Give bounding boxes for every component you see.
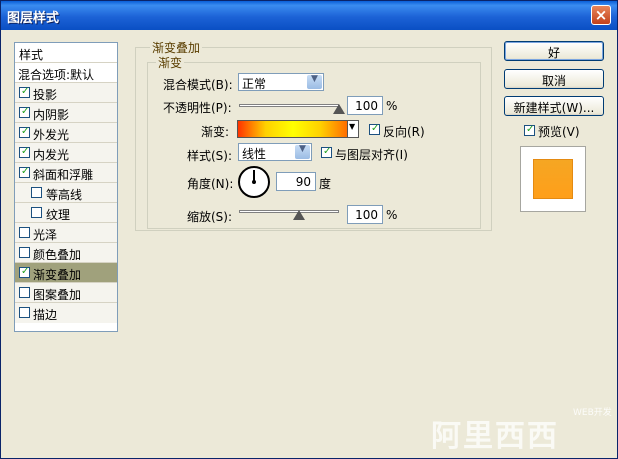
- watermark: 阿里西西: [431, 419, 559, 454]
- ok-button[interactable]: 好: [504, 41, 604, 61]
- style-item-label: 颜色叠加: [33, 248, 82, 262]
- style-item-label: 内发光: [33, 148, 70, 162]
- style-item-drop-shadow[interactable]: ✓ 投影: [15, 83, 117, 103]
- angle-unit: 度: [319, 177, 332, 191]
- new-style-button-label: 新建样式(W)...: [513, 101, 595, 115]
- scale-label: 缩放(S):: [187, 210, 233, 224]
- gradient-swatch[interactable]: [237, 120, 349, 138]
- gradient-overlay-checkbox[interactable]: ✓: [19, 266, 30, 278]
- gradient-label: 渐变:: [201, 125, 230, 139]
- layer-style-dialog: 图层样式 × 样式 混合选项:默认 ✓ 投影 ✓ 内阴影 ✓ 外发光 ✓ 内发光…: [0, 0, 618, 459]
- style-preview: [520, 146, 586, 212]
- title-bar: 图层样式 ×: [1, 1, 617, 30]
- align-with-layer-checkbox[interactable]: ✓: [321, 146, 332, 158]
- style-item-bevel-emboss[interactable]: ✓ 斜面和浮雕: [15, 163, 117, 183]
- style-item-label: 光泽: [33, 228, 58, 242]
- opacity-slider-thumb[interactable]: [333, 104, 345, 114]
- angle-dial[interactable]: [238, 166, 270, 198]
- dropdown-arrow-icon: ▼: [307, 74, 322, 89]
- scale-slider[interactable]: [239, 210, 339, 213]
- new-style-button[interactable]: 新建样式(W)...: [504, 96, 604, 116]
- blend-mode-label: 混合模式(B):: [163, 78, 233, 92]
- outer-glow-checkbox[interactable]: ✓: [19, 126, 30, 138]
- style-item-label: 纹理: [46, 208, 71, 222]
- scale-slider-thumb[interactable]: [293, 210, 305, 220]
- reverse-label: 反向(R): [383, 125, 425, 139]
- style-item-pattern-overlay[interactable]: 图案叠加: [15, 283, 117, 303]
- style-item-texture[interactable]: 纹理: [15, 203, 117, 223]
- style-item-contour[interactable]: 等高线: [15, 183, 117, 203]
- opacity-value: 100: [355, 99, 378, 113]
- scale-value: 100: [355, 208, 378, 222]
- color-overlay-checkbox[interactable]: [19, 247, 30, 258]
- inner-shadow-checkbox[interactable]: ✓: [19, 106, 30, 118]
- style-item-outer-glow[interactable]: ✓ 外发光: [15, 123, 117, 143]
- ok-button-label: 好: [547, 46, 560, 60]
- cancel-button[interactable]: 取消: [504, 69, 604, 89]
- style-label: 样式(S):: [187, 149, 233, 163]
- gradient-style-select[interactable]: 线性 ▼: [238, 143, 312, 161]
- blend-mode-value: 正常: [242, 77, 267, 91]
- style-item-gradient-overlay[interactable]: ✓ 渐变叠加: [15, 263, 117, 283]
- style-item-label: 内阴影: [33, 108, 70, 122]
- style-item-blend-options[interactable]: 混合选项:默认: [15, 63, 117, 83]
- style-item-label: 描边: [33, 308, 58, 322]
- style-item-label: 外发光: [33, 128, 70, 142]
- style-item-stroke[interactable]: 描边: [15, 303, 117, 323]
- style-item-label: 投影: [33, 88, 58, 102]
- gradient-style-value: 线性: [242, 147, 267, 161]
- dialog-title: 图层样式: [7, 11, 60, 26]
- gradient-picker-dropdown[interactable]: ▼: [347, 120, 359, 138]
- style-item-satin[interactable]: 光泽: [15, 223, 117, 243]
- styles-header[interactable]: 样式: [15, 43, 117, 63]
- style-item-label: 图案叠加: [33, 288, 82, 302]
- style-item-label: 混合选项:默认: [18, 68, 95, 82]
- angle-label: 角度(N):: [187, 177, 234, 191]
- opacity-slider[interactable]: [239, 104, 339, 107]
- align-with-layer-label: 与图层对齐(I): [335, 148, 408, 162]
- style-item-inner-glow[interactable]: ✓ 内发光: [15, 143, 117, 163]
- preview-swatch: [533, 159, 573, 199]
- scale-percent: %: [386, 208, 398, 222]
- style-item-color-overlay[interactable]: 颜色叠加: [15, 243, 117, 263]
- satin-checkbox[interactable]: [19, 227, 30, 238]
- bevel-emboss-checkbox[interactable]: ✓: [19, 166, 30, 178]
- stroke-checkbox[interactable]: [19, 307, 30, 318]
- opacity-input[interactable]: 100: [347, 96, 383, 115]
- gradient-subgroup-title: 渐变: [156, 54, 185, 71]
- pattern-overlay-checkbox[interactable]: [19, 287, 30, 298]
- angle-value: 90: [295, 175, 311, 189]
- styles-header-label: 样式: [19, 48, 44, 62]
- dropdown-arrow-icon: ▼: [295, 144, 310, 159]
- cancel-button-label: 取消: [541, 74, 566, 88]
- preview-checkbox[interactable]: ✓: [524, 124, 535, 136]
- styles-list: 样式 混合选项:默认 ✓ 投影 ✓ 内阴影 ✓ 外发光 ✓ 内发光 ✓ 斜面和浮…: [14, 42, 118, 332]
- style-item-inner-shadow[interactable]: ✓ 内阴影: [15, 103, 117, 123]
- reverse-checkbox[interactable]: ✓: [369, 123, 380, 135]
- angle-dial-center: [252, 180, 256, 184]
- style-item-label: 等高线: [46, 188, 83, 202]
- close-button[interactable]: ×: [591, 5, 611, 25]
- style-item-label: 渐变叠加: [33, 268, 82, 282]
- drop-shadow-checkbox[interactable]: ✓: [19, 86, 30, 98]
- close-icon: ×: [594, 6, 608, 24]
- opacity-label: 不透明性(P):: [163, 101, 232, 115]
- blend-mode-select[interactable]: 正常 ▼: [238, 73, 324, 91]
- angle-input[interactable]: 90: [276, 172, 316, 191]
- texture-checkbox[interactable]: [31, 207, 42, 218]
- opacity-percent: %: [386, 99, 398, 113]
- scale-input[interactable]: 100: [347, 205, 383, 224]
- style-item-label: 斜面和浮雕: [33, 168, 94, 182]
- contour-checkbox[interactable]: [31, 187, 42, 198]
- preview-label: 预览(V): [538, 125, 580, 139]
- inner-glow-checkbox[interactable]: ✓: [19, 146, 30, 158]
- dropdown-arrow-icon: ▼: [349, 122, 356, 131]
- watermark-small: WEB开发: [573, 408, 612, 418]
